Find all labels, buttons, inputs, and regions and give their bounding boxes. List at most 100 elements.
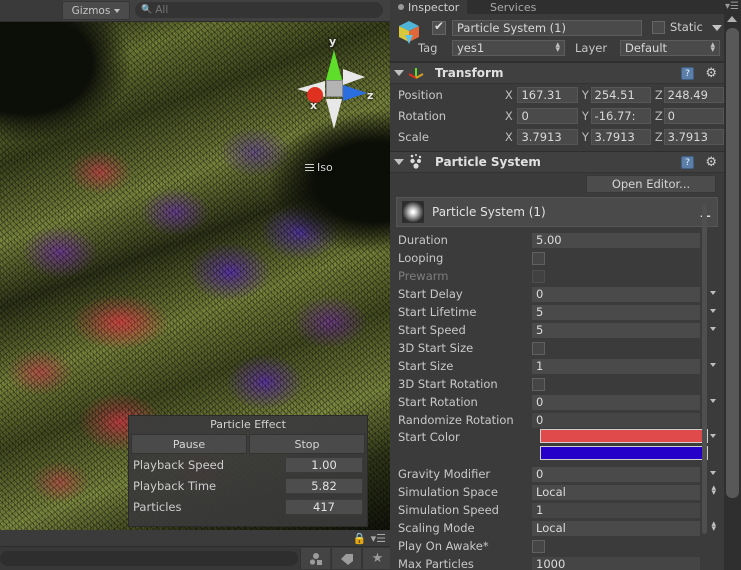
playback-time-value[interactable]: 5.82 [285, 477, 363, 494]
simulation-speed-field[interactable]: 1 [532, 502, 700, 518]
duration-field[interactable]: 5.00 [532, 232, 700, 248]
scene-search-input[interactable] [155, 4, 356, 16]
tab-inspector[interactable]: Inspector [390, 0, 468, 14]
position-y-field[interactable]: 254.51 [590, 86, 651, 103]
gameobject-name-field[interactable]: Particle System (1) [452, 20, 642, 36]
looping-checkbox[interactable] [532, 251, 545, 265]
static-dropdown-icon[interactable] [712, 25, 722, 31]
looping-label: Looping [398, 251, 444, 265]
start-color-bottom-swatch[interactable] [540, 446, 708, 460]
start-color-top-swatch[interactable] [540, 429, 708, 443]
view-projection-label[interactable]: Iso [305, 161, 333, 174]
particles-count-label: Particles [133, 499, 182, 514]
scale-z-field[interactable]: 3.7913 [663, 128, 724, 145]
start-delay-field[interactable]: 0 [532, 286, 700, 302]
hamburger-menu-icon[interactable]: ▾☰ [371, 532, 386, 545]
play-on-awake-checkbox[interactable] [532, 539, 545, 553]
favorite-star-icon[interactable]: ★ [362, 548, 392, 569]
gizmo-center-handle[interactable] [326, 80, 343, 97]
rotation-y-field[interactable]: -16.77: [590, 107, 651, 124]
scale-y-axis: Y [581, 129, 589, 144]
rotation-y-axis: Y [581, 108, 589, 123]
scene-viewport[interactable]: y z x Iso Particle Effect Pause Stop Pla… [0, 22, 390, 530]
panel-menu-icon[interactable]: ▾☰ [374, 0, 388, 3]
gizmo-axis-y-label: y [329, 35, 337, 48]
start-speed-dropdown-icon[interactable] [710, 327, 716, 331]
gizmo-upright-arrow-icon[interactable] [343, 69, 365, 85]
particle-system-module-row[interactable]: Particle System (1) ✛ [396, 197, 718, 227]
scaling-mode-arrows-icon[interactable]: ▴ ▾ [711, 520, 716, 534]
prop-start-size: Start Size 1 [390, 357, 724, 375]
scaling-mode-select[interactable]: Local [532, 520, 700, 536]
inspector-scroll-thumb[interactable] [726, 28, 739, 498]
help-icon[interactable]: ? [681, 156, 694, 169]
simulation-space-arrows-icon[interactable]: ▴ ▾ [711, 484, 716, 498]
3d-start-size-checkbox[interactable] [532, 341, 545, 355]
gear-icon[interactable]: ⚙ [705, 155, 717, 170]
open-editor-button[interactable]: Open Editor... [586, 175, 716, 193]
static-checkbox[interactable] [652, 21, 665, 34]
start-color-dropdown-icon[interactable] [710, 434, 716, 438]
playback-time-label: Playback Time [133, 478, 217, 493]
rotation-z-field[interactable]: 0 [663, 107, 724, 124]
gizmo-y-arrow-icon[interactable] [326, 50, 342, 80]
inspector-scrollbar[interactable] [724, 14, 741, 570]
gameobject-enabled-checkbox[interactable] [432, 19, 446, 35]
playback-speed-row: Playback Speed 1.00 [129, 454, 367, 475]
max-particles-field[interactable]: 1000 [532, 556, 700, 570]
position-x-field[interactable]: 167.31 [517, 86, 578, 103]
gizmo-down-arrow-icon[interactable] [326, 99, 342, 129]
scroll-up-arrow-icon[interactable] [727, 16, 737, 22]
gravity-modifier-dropdown-icon[interactable] [710, 471, 716, 475]
prop-scaling-mode: Scaling Mode Local ▴ ▾ [390, 519, 724, 537]
particle-thumbnail-icon [402, 201, 424, 223]
start-lifetime-dropdown-icon[interactable] [710, 309, 716, 313]
transform-move-gizmo[interactable]: y z x [295, 35, 375, 147]
scene-search-box[interactable]: 🔍 [135, 2, 383, 18]
search-icon: 🔍 [141, 5, 153, 15]
layer-dropdown[interactable]: Default ▴ ▾ [620, 40, 720, 56]
start-lifetime-field[interactable]: 5 [532, 304, 700, 320]
prefab-icon[interactable] [300, 548, 330, 569]
hierarchy-search-input[interactable] [0, 551, 298, 566]
start-speed-field[interactable]: 5 [532, 322, 700, 338]
lock-icon[interactable]: 🔒 [353, 532, 367, 545]
rotation-z-axis: Z [654, 108, 663, 123]
pause-button[interactable]: Pause [131, 434, 247, 454]
play-on-awake-label: Play On Awake* [398, 539, 489, 553]
randomize-rotation-field[interactable]: 0 [532, 412, 700, 428]
rotation-x-field[interactable]: 0 [517, 107, 578, 124]
start-delay-dropdown-icon[interactable] [710, 291, 716, 295]
help-icon[interactable]: ? [681, 67, 694, 80]
scale-x-field[interactable]: 3.7913 [517, 128, 578, 145]
tab-services[interactable]: Services [482, 0, 544, 14]
start-rotation-dropdown-icon[interactable] [710, 399, 716, 403]
particle-system-foldout-icon[interactable] [394, 159, 404, 165]
stop-button[interactable]: Stop [249, 434, 365, 454]
start-size-field[interactable]: 1 [532, 358, 700, 374]
transform-foldout-icon[interactable] [394, 70, 404, 76]
view-projection-text: Iso [317, 161, 333, 174]
simulation-space-label: Simulation Space [398, 485, 498, 499]
3d-start-rotation-checkbox[interactable] [532, 377, 545, 391]
start-rotation-field[interactable]: 0 [532, 394, 700, 410]
transform-component-header[interactable]: Transform ? ⚙ [390, 62, 724, 84]
tag-dropdown[interactable]: yes1 ▴ ▾ [452, 40, 565, 56]
playback-speed-value[interactable]: 1.00 [285, 456, 363, 473]
position-z-field[interactable]: 248.49 [663, 86, 724, 103]
gizmos-dropdown-button[interactable]: Gizmos [62, 1, 130, 20]
scale-y-field[interactable]: 3.7913 [590, 128, 651, 145]
bottom-toolbar-strip: ★ [0, 546, 392, 570]
layer-value: Default [625, 41, 668, 55]
tag-label-icon[interactable] [331, 548, 361, 569]
inspector-menu-icon[interactable]: ▾☰ [725, 1, 739, 12]
gizmo-z-arrow-icon[interactable] [343, 85, 367, 101]
prop-simulation-space: Simulation Space Local ▴ ▾ [390, 483, 724, 501]
inspector-inner-scrollbar[interactable] [702, 204, 707, 534]
gear-icon[interactable]: ⚙ [705, 66, 717, 81]
gravity-modifier-field[interactable]: 0 [532, 466, 700, 482]
start-size-dropdown-icon[interactable] [710, 363, 716, 367]
particle-system-component-header[interactable]: Particle System ? ⚙ [390, 151, 724, 173]
start-size-label: Start Size [398, 359, 454, 373]
simulation-space-select[interactable]: Local [532, 484, 700, 500]
